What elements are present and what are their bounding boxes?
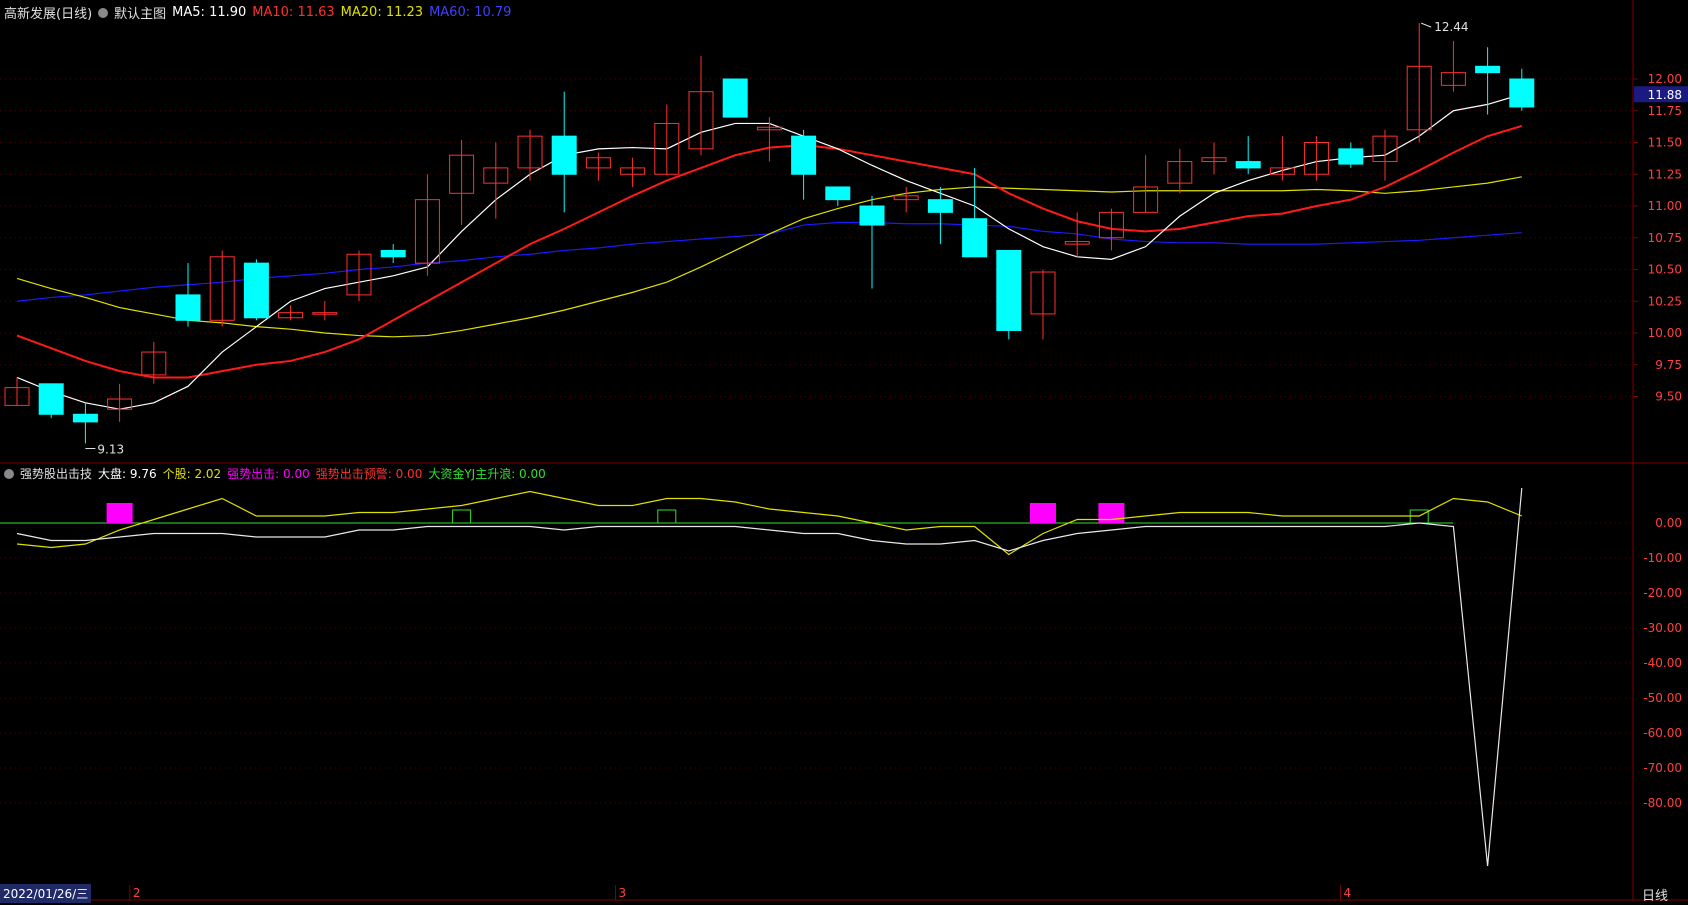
price-tick-label: 10.00 <box>1648 326 1682 340</box>
ma10-value: MA10: 11.63 <box>252 5 335 20</box>
indicator-legend: 强势股出击技 大盘: 9.76 个股: 2.02 强势出击: 0.00 强势出击… <box>4 465 546 482</box>
candle-body <box>72 413 98 423</box>
price-tick-label: 10.75 <box>1648 231 1682 245</box>
indicator-tick-label: -30.00 <box>1643 621 1682 635</box>
candle-body <box>722 78 748 118</box>
settings-circle-icon[interactable] <box>98 7 109 18</box>
price-tick-label: 11.50 <box>1648 136 1682 150</box>
candle-body <box>243 262 269 319</box>
candle-body <box>859 205 885 226</box>
strong-signal-bar <box>1030 503 1056 523</box>
price-tick-label: 10.25 <box>1648 294 1682 308</box>
ma20-line <box>16 176 1522 338</box>
candle-body <box>825 186 851 201</box>
indicator-tick-label: -50.00 <box>1643 691 1682 705</box>
warning-signal-box <box>657 509 677 524</box>
candle-body <box>962 218 988 258</box>
candle-body <box>1475 65 1501 74</box>
indicator-tick-label: 0.00 <box>1655 516 1682 530</box>
indicator-name[interactable]: 强势股出击技 <box>20 465 92 482</box>
candle-body <box>996 249 1022 331</box>
indicator-tick-label: -70.00 <box>1643 761 1682 775</box>
price-tick-label: 9.75 <box>1655 358 1682 372</box>
period-label[interactable]: 日线 <box>1642 885 1668 904</box>
price-tick-label: 11.00 <box>1648 199 1682 213</box>
indicator-tick-label: -80.00 <box>1643 796 1682 810</box>
indicator-tick-label: -40.00 <box>1643 656 1682 670</box>
dazijin-value: 大资金YJ主升浪: 0.00 <box>428 467 546 481</box>
main-chart-legend: 高新发展(日线) 默认主图 MA5: 11.90 MA10: 11.63 MA2… <box>4 3 511 22</box>
candle-body <box>551 135 577 175</box>
candle-body <box>380 249 406 258</box>
month-label: 2 <box>133 886 141 900</box>
indicator-tick-label: -60.00 <box>1643 726 1682 740</box>
template-name[interactable]: 默认主图 <box>114 3 166 22</box>
ma60-value: MA60: 10.79 <box>429 5 512 20</box>
gegu-value: 个股: 2.02 <box>162 467 222 481</box>
ma20-value: MA20: 11.23 <box>340 5 424 20</box>
ma5-value: MA5: 11.90 <box>172 5 247 20</box>
stock-title: 高新发展(日线) <box>4 7 93 22</box>
stock-chart: 9.50 9.75 10.00 10.25 10.50 10.75 11.00 11.25 11… <box>0 0 1688 901</box>
price-tick-label: 11.75 <box>1648 104 1682 118</box>
price-tick-label: 12.00 <box>1648 72 1682 86</box>
candle-body <box>1338 148 1364 165</box>
indicator-circle-icon[interactable] <box>4 468 14 479</box>
month-label: 4 <box>1344 886 1352 900</box>
candle-body <box>1509 78 1535 108</box>
price-tick-label: 10.50 <box>1648 263 1682 277</box>
warning-signal-box <box>452 509 472 524</box>
candle-body <box>927 199 953 213</box>
month-label: 3 <box>619 886 627 900</box>
low-price-label: 9.13 <box>97 442 124 456</box>
candle-body <box>791 135 817 175</box>
candle-body <box>38 383 64 415</box>
dapan-line <box>16 487 1523 867</box>
high-price-label: 12.44 <box>1434 20 1468 34</box>
ma10-line <box>16 125 1523 379</box>
indicator-tick-label: -20.00 <box>1643 586 1682 600</box>
price-tick-label: 9.50 <box>1655 390 1682 404</box>
current-price-label: 11.88 <box>1648 88 1682 102</box>
yujing-value: 强势出击预警: 0.00 <box>315 467 423 481</box>
high-pointer <box>1421 22 1432 28</box>
strong-signal-bar <box>106 503 133 523</box>
candle-body <box>175 294 201 321</box>
price-tick-label: 11.25 <box>1648 167 1682 181</box>
indicator-tick-label: -10.00 <box>1643 551 1682 565</box>
cursor-date: 2022/01/26/三 <box>0 884 92 903</box>
candle-body <box>1235 161 1261 169</box>
qiangshi-value: 强势出击: 0.00 <box>227 467 310 481</box>
dapan-value: 大盘: 9.76 <box>98 467 157 481</box>
